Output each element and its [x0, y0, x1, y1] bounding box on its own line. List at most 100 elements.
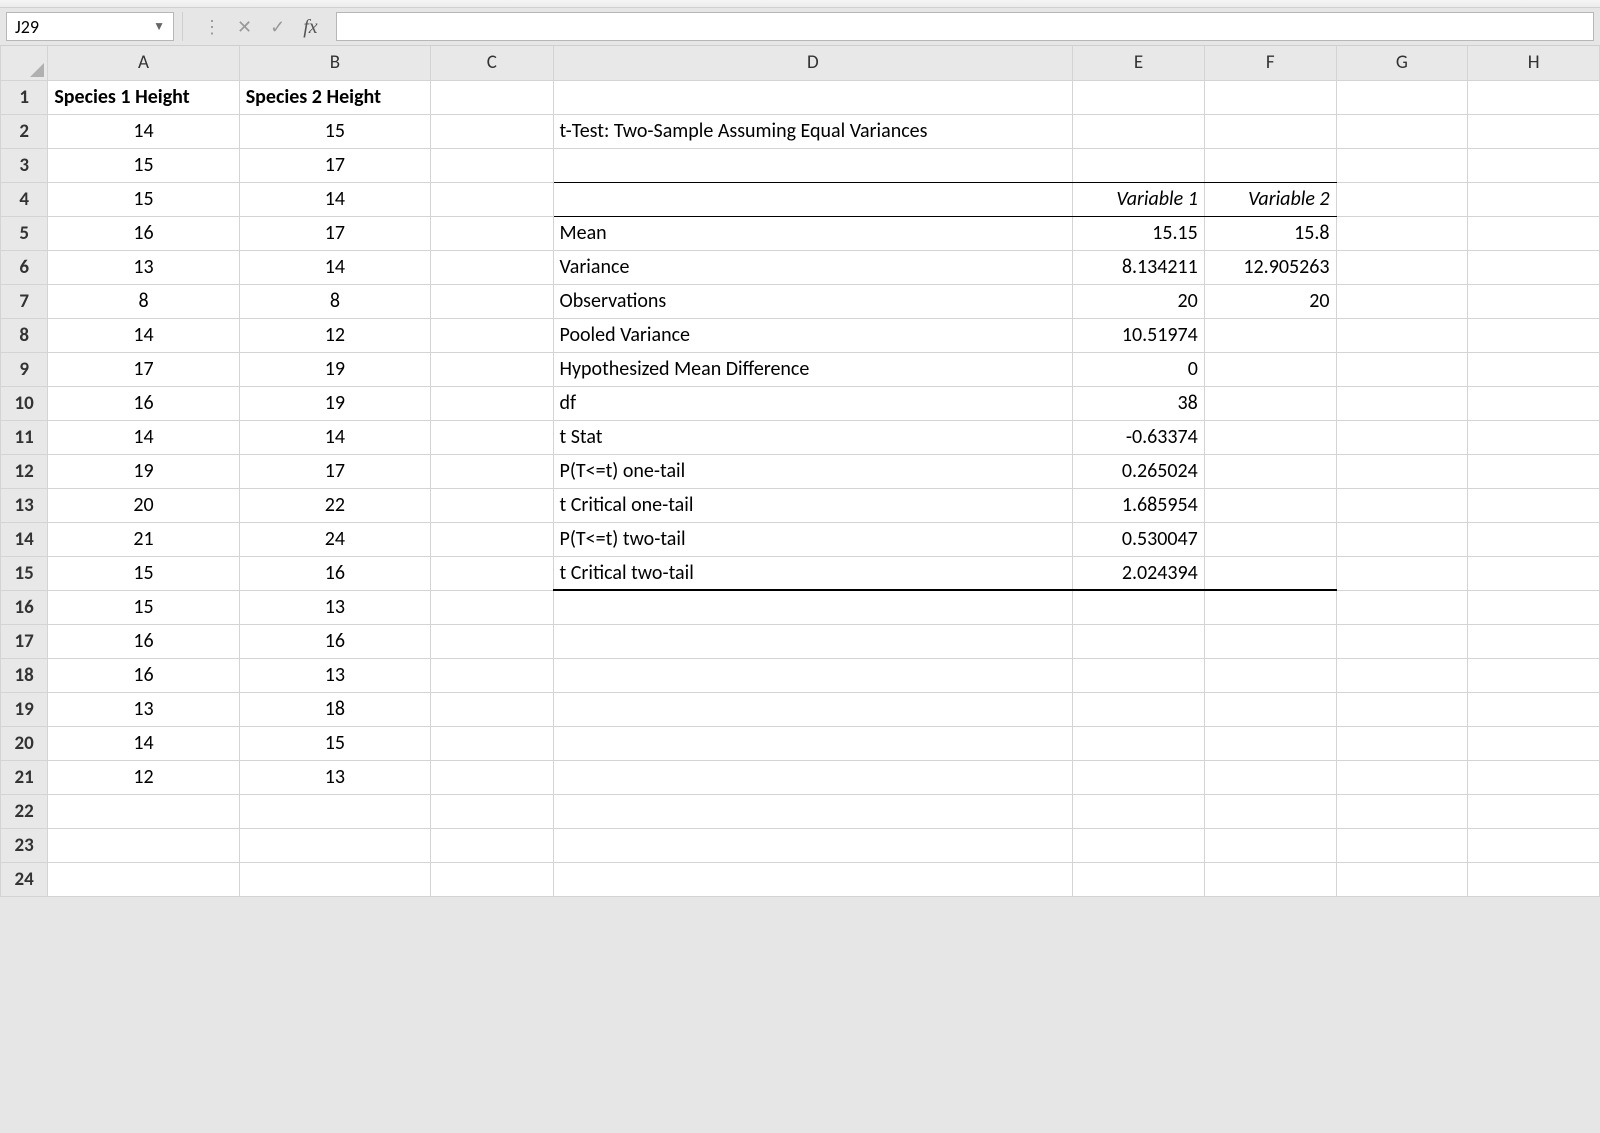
cell-H19[interactable] — [1468, 692, 1600, 726]
cell-G8[interactable] — [1336, 318, 1468, 352]
col-header-C[interactable]: C — [431, 46, 553, 80]
cell-D9[interactable]: Hypothesized Mean Difference — [553, 352, 1073, 386]
row-header[interactable]: 17 — [1, 624, 48, 658]
cell-D15[interactable]: t Critical two-tail — [553, 556, 1073, 590]
cell-B24[interactable] — [239, 862, 430, 896]
cell-E10[interactable]: 38 — [1073, 386, 1205, 420]
cell-G17[interactable] — [1336, 624, 1468, 658]
cell-H4[interactable] — [1468, 182, 1600, 216]
cell-B5[interactable]: 17 — [239, 216, 430, 250]
cell-G4[interactable] — [1336, 182, 1468, 216]
cell-B1[interactable]: Species 2 Height — [239, 80, 430, 114]
cell-C20[interactable] — [431, 726, 553, 760]
cell-D18[interactable] — [553, 658, 1073, 692]
cell-D13[interactable]: t Critical one-tail — [553, 488, 1073, 522]
cell-D11[interactable]: t Stat — [553, 420, 1073, 454]
cell-B10[interactable]: 19 — [239, 386, 430, 420]
cell-G14[interactable] — [1336, 522, 1468, 556]
cell-H21[interactable] — [1468, 760, 1600, 794]
cell-B16[interactable]: 13 — [239, 590, 430, 624]
cell-G24[interactable] — [1336, 862, 1468, 896]
cell-F8[interactable] — [1204, 318, 1336, 352]
cell-D16[interactable] — [553, 590, 1073, 624]
cell-E7[interactable]: 20 — [1073, 284, 1205, 318]
cell-C15[interactable] — [431, 556, 553, 590]
cell-G13[interactable] — [1336, 488, 1468, 522]
cell-F23[interactable] — [1204, 828, 1336, 862]
cell-D1[interactable] — [553, 80, 1073, 114]
cell-D20[interactable] — [553, 726, 1073, 760]
cell-H24[interactable] — [1468, 862, 1600, 896]
cell-F14[interactable] — [1204, 522, 1336, 556]
cell-H18[interactable] — [1468, 658, 1600, 692]
row-header[interactable]: 21 — [1, 760, 48, 794]
cell-D3[interactable] — [553, 148, 1073, 182]
cell-B14[interactable]: 24 — [239, 522, 430, 556]
cell-B18[interactable]: 13 — [239, 658, 430, 692]
cell-F11[interactable] — [1204, 420, 1336, 454]
cell-B4[interactable]: 14 — [239, 182, 430, 216]
row-header[interactable]: 11 — [1, 420, 48, 454]
row-header[interactable]: 10 — [1, 386, 48, 420]
cell-E6[interactable]: 8.134211 — [1073, 250, 1205, 284]
col-header-D[interactable]: D — [553, 46, 1073, 80]
cell-C5[interactable] — [431, 216, 553, 250]
cell-H23[interactable] — [1468, 828, 1600, 862]
cell-A1[interactable]: Species 1 Height — [48, 80, 239, 114]
row-header[interactable]: 4 — [1, 182, 48, 216]
cell-H14[interactable] — [1468, 522, 1600, 556]
col-header-F[interactable]: F — [1204, 46, 1336, 80]
cell-D12[interactable]: P(T<=t) one-tail — [553, 454, 1073, 488]
cell-A22[interactable] — [48, 794, 239, 828]
cell-B12[interactable]: 17 — [239, 454, 430, 488]
cell-A11[interactable]: 14 — [48, 420, 239, 454]
cancel-icon[interactable]: ✕ — [237, 18, 252, 36]
cell-H8[interactable] — [1468, 318, 1600, 352]
cell-F12[interactable] — [1204, 454, 1336, 488]
cell-D7[interactable]: Observations — [553, 284, 1073, 318]
cell-E4[interactable]: Variable 1 — [1073, 182, 1205, 216]
cell-E13[interactable]: 1.685954 — [1073, 488, 1205, 522]
cell-F1[interactable] — [1204, 80, 1336, 114]
enter-icon[interactable]: ✓ — [270, 18, 285, 36]
cell-C9[interactable] — [431, 352, 553, 386]
cell-C1[interactable] — [431, 80, 553, 114]
cell-A4[interactable]: 15 — [48, 182, 239, 216]
cell-B6[interactable]: 14 — [239, 250, 430, 284]
cell-G5[interactable] — [1336, 216, 1468, 250]
cell-A16[interactable]: 15 — [48, 590, 239, 624]
cell-E12[interactable]: 0.265024 — [1073, 454, 1205, 488]
row-header[interactable]: 9 — [1, 352, 48, 386]
cell-E24[interactable] — [1073, 862, 1205, 896]
cell-E11[interactable]: -0.63374 — [1073, 420, 1205, 454]
cell-A13[interactable]: 20 — [48, 488, 239, 522]
cell-F17[interactable] — [1204, 624, 1336, 658]
row-header[interactable]: 19 — [1, 692, 48, 726]
cell-B13[interactable]: 22 — [239, 488, 430, 522]
cell-A24[interactable] — [48, 862, 239, 896]
cell-G23[interactable] — [1336, 828, 1468, 862]
cell-A12[interactable]: 19 — [48, 454, 239, 488]
cell-H13[interactable] — [1468, 488, 1600, 522]
col-header-E[interactable]: E — [1073, 46, 1205, 80]
cell-F13[interactable] — [1204, 488, 1336, 522]
cell-G16[interactable] — [1336, 590, 1468, 624]
cell-E23[interactable] — [1073, 828, 1205, 862]
cell-D2[interactable]: t-Test: Two-Sample Assuming Equal Varian… — [553, 114, 1073, 148]
cell-B21[interactable]: 13 — [239, 760, 430, 794]
col-header-H[interactable]: H — [1468, 46, 1600, 80]
cell-E16[interactable] — [1073, 590, 1205, 624]
row-header[interactable]: 14 — [1, 522, 48, 556]
cell-F20[interactable] — [1204, 726, 1336, 760]
cell-C10[interactable] — [431, 386, 553, 420]
col-header-B[interactable]: B — [239, 46, 430, 80]
cell-H20[interactable] — [1468, 726, 1600, 760]
cell-F3[interactable] — [1204, 148, 1336, 182]
cell-H5[interactable] — [1468, 216, 1600, 250]
cell-E9[interactable]: 0 — [1073, 352, 1205, 386]
row-header[interactable]: 13 — [1, 488, 48, 522]
cell-C12[interactable] — [431, 454, 553, 488]
cell-D19[interactable] — [553, 692, 1073, 726]
chevron-down-icon[interactable]: ▼ — [153, 19, 165, 34]
row-header[interactable]: 18 — [1, 658, 48, 692]
